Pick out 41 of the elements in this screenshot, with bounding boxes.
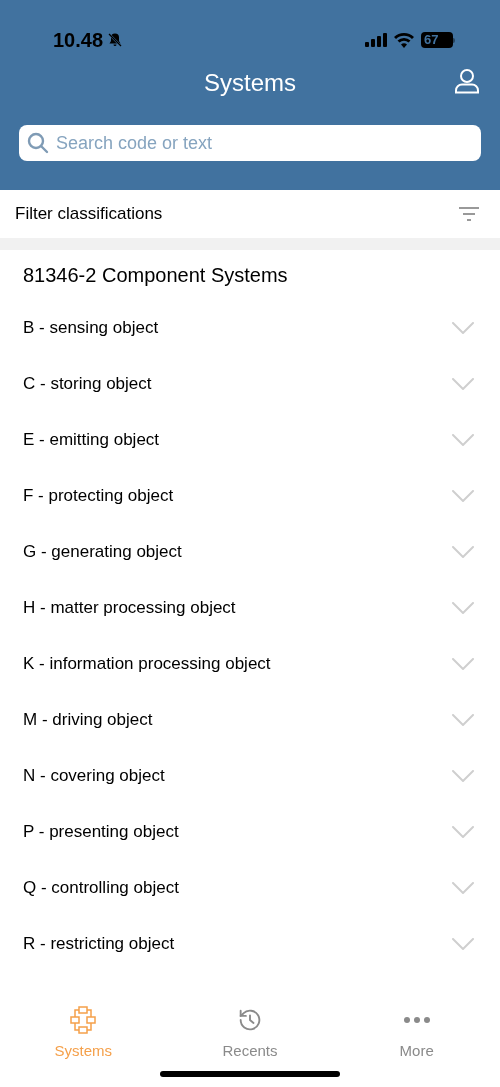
signal-icon [365, 33, 387, 47]
item-label: K - information processing object [23, 653, 271, 676]
list-item[interactable]: H - matter processing object [0, 580, 500, 636]
item-label: R - restricting object [23, 933, 175, 956]
item-label: F - protecting object [23, 485, 174, 508]
wifi-icon [394, 32, 414, 48]
list-item[interactable]: C - storing object [0, 356, 500, 412]
item-label: G - generating object [23, 541, 182, 564]
list-item[interactable]: K - information processing object [0, 636, 500, 692]
status-time: 10.48 [53, 28, 104, 53]
screen-title: Systems [204, 67, 296, 98]
more-icon [402, 1017, 431, 1023]
list-item[interactable]: R - restricting object [0, 916, 500, 972]
bell-muted-icon [107, 32, 124, 48]
tab-button[interactable]: More [333, 1006, 500, 1087]
item-label: Q - controlling object [23, 877, 179, 900]
item-label: P - presenting object [23, 821, 179, 844]
list-item[interactable]: G - generating object [0, 524, 500, 580]
list-item[interactable]: B - sensing object [0, 300, 500, 356]
filter-icon [458, 206, 480, 222]
list-item[interactable]: N - covering object [0, 748, 500, 804]
list-item[interactable]: P - presenting object [0, 804, 500, 860]
list-item[interactable]: E - emitting object [0, 412, 500, 468]
item-label: M - driving object [23, 709, 153, 732]
list-item[interactable]: Q - controlling object [0, 860, 500, 916]
list-item[interactable]: M - driving object [0, 692, 500, 748]
filter-row[interactable]: Filter classifications [0, 190, 500, 238]
tab-button[interactable]: Recents [166, 1006, 334, 1087]
item-label: C - storing object [23, 373, 152, 396]
item-label: H - matter processing object [23, 597, 236, 620]
item-label: B - sensing object [23, 317, 159, 340]
item-label: N - covering object [23, 765, 165, 788]
user-icon[interactable] [454, 68, 480, 94]
section-heading: 81346-2 Component Systems [23, 263, 288, 288]
search-icon [27, 132, 49, 154]
list-item[interactable]: F - protecting object [0, 468, 500, 524]
network-icon [69, 1006, 98, 1034]
filter-label: Filter classifications [15, 203, 163, 226]
search-field[interactable]: Search code or text [19, 125, 481, 161]
battery-level: 67 [421, 32, 453, 48]
item-label: E - emitting object [23, 429, 160, 452]
